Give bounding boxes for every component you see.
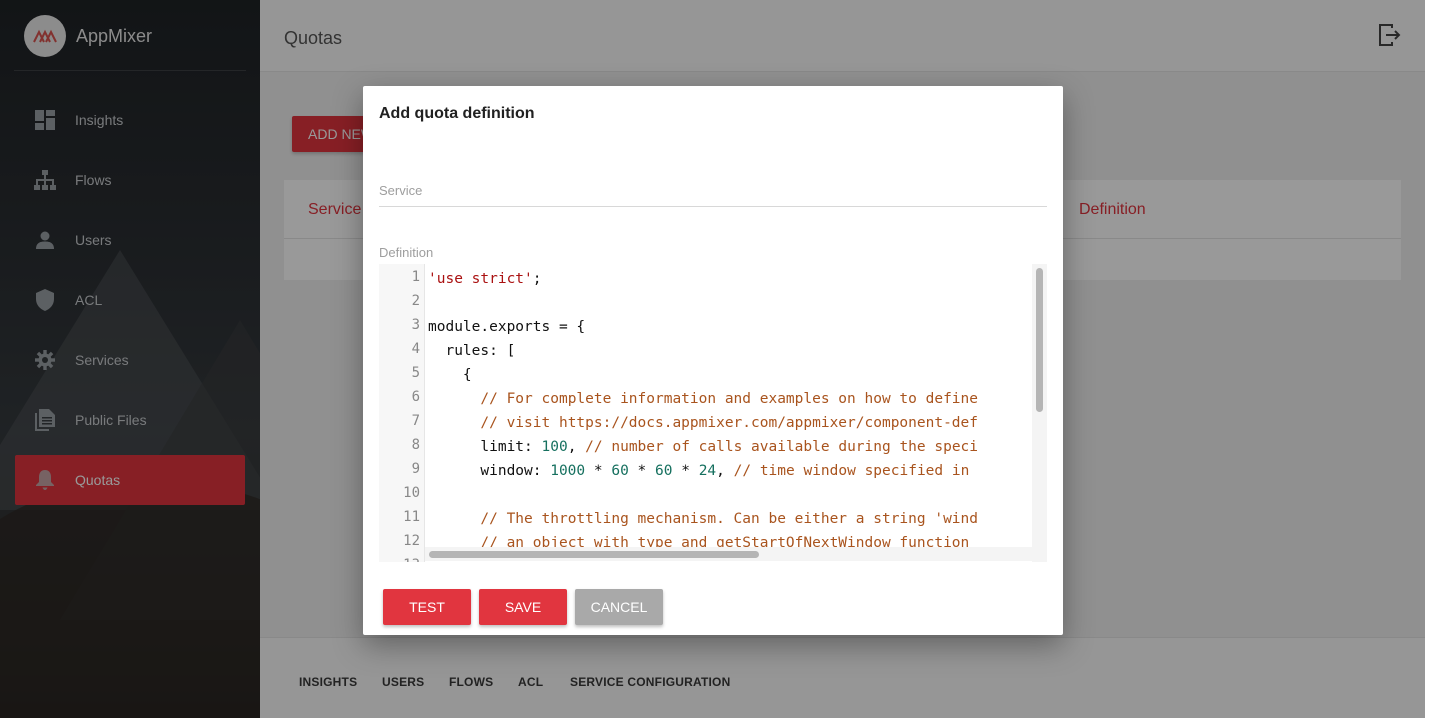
code-content[interactable]: 'use strict'; module.exports = { rules: [… [428, 264, 1032, 562]
code-line: module.exports = { [428, 319, 586, 335]
line-number: 5 [411, 365, 420, 381]
dialog-title: Add quota definition [379, 105, 535, 122]
line-number: 12 [403, 533, 420, 549]
line-number: 1 [411, 269, 420, 285]
code-line: window: 1000 * 60 * 60 * 24, // time win… [428, 463, 970, 479]
line-number: 10 [403, 485, 420, 501]
service-input[interactable]: Service [379, 183, 422, 198]
add-quota-dialog: Add quota definition Service Definition … [363, 86, 1063, 635]
line-number: 11 [403, 509, 420, 525]
service-input-underline [379, 206, 1047, 207]
line-number: 7 [411, 413, 420, 429]
code-line: 'use strict'; [428, 271, 542, 287]
line-number: 13 [403, 557, 420, 562]
cancel-button[interactable]: CANCEL [575, 589, 663, 625]
vertical-scrollbar[interactable] [1032, 264, 1047, 562]
line-number: 3 [411, 317, 420, 333]
code-line: // For complete information and examples… [480, 391, 978, 407]
line-number: 9 [411, 461, 420, 477]
code-line: rules: [ [428, 343, 516, 359]
code-line: // The throttling mechanism. Can be eith… [480, 511, 978, 527]
horizontal-scrollbar[interactable] [425, 547, 1032, 561]
code-line: { [428, 367, 472, 383]
code-line: limit: 100, // number of calls available… [428, 439, 979, 455]
code-editor[interactable]: 1 2 3 4 5 6 7 8 9 10 11 12 13 'use stric… [379, 264, 1047, 562]
line-number: 6 [411, 389, 420, 405]
line-number: 8 [411, 437, 420, 453]
code-line: // visit https://docs.appmixer.com/appmi… [480, 415, 978, 431]
line-number: 4 [411, 341, 420, 357]
definition-label: Definition [379, 245, 434, 260]
test-button[interactable]: TEST [383, 589, 471, 625]
scrollbar-thumb[interactable] [1036, 268, 1043, 412]
scrollbar-thumb[interactable] [429, 551, 759, 558]
window-edge [1425, 0, 1439, 718]
line-number-gutter: 1 2 3 4 5 6 7 8 9 10 11 12 13 [379, 264, 425, 562]
line-number: 2 [411, 293, 420, 309]
save-button[interactable]: SAVE [479, 589, 567, 625]
